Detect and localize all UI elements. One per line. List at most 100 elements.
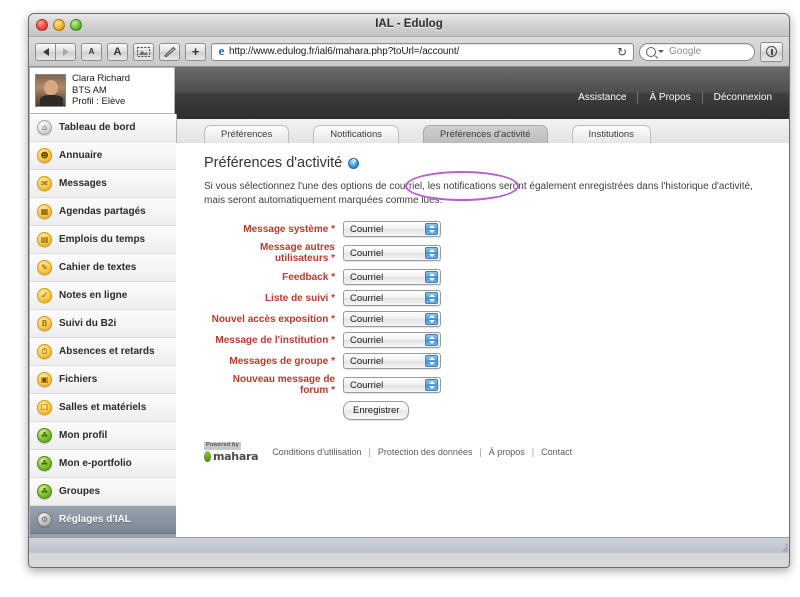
form-row: Message de l'institution * Courriel xyxy=(204,332,789,348)
search-field[interactable]: Google xyxy=(639,43,755,61)
grades-icon: ✓ xyxy=(37,288,52,303)
page-title-text: Préférences d'activité xyxy=(204,155,342,171)
sidebar-item-messages[interactable]: ✉ Messages xyxy=(30,170,176,198)
select-nouvel-acces-exposition[interactable]: Courriel xyxy=(343,311,441,327)
sidebar-item-fichiers[interactable]: ▣ Fichiers xyxy=(30,366,176,394)
select-value: Courriel xyxy=(350,335,383,346)
screenshot-root: IAL - Edulog A A + xyxy=(0,0,800,597)
select-message-systeme[interactable]: Courriel xyxy=(343,221,441,237)
home-icon: ⌂ xyxy=(37,120,52,135)
activity-preferences-form: Message système * Courriel Message autre… xyxy=(204,221,789,420)
stepper-icon[interactable] xyxy=(425,379,438,391)
groups-leaf-icon: ☘ xyxy=(37,484,52,499)
forward-button[interactable] xyxy=(55,43,76,61)
forward-arrow-icon xyxy=(63,48,69,56)
required-marker: * xyxy=(331,356,335,367)
sidebar-item-label: Agendas partagés xyxy=(59,206,146,217)
form-row: Message autres utilisateurs * Courriel xyxy=(204,242,789,264)
sidebar-item-label: Réglages d'IAL xyxy=(59,514,131,525)
sidebar-item-label: Annuaire xyxy=(59,150,102,161)
user-info: Clara Richard BTS AM Profil : Elève xyxy=(72,73,130,108)
reload-icon[interactable]: ↻ xyxy=(614,45,630,59)
field-label-text: Message système xyxy=(243,224,328,235)
footer-link-apropos[interactable]: À propos xyxy=(489,447,525,457)
sidebar-item-notes-en-ligne[interactable]: ✓ Notes en ligne xyxy=(30,282,176,310)
sidebar-item-agendas-partages[interactable]: ▦ Agendas partagés xyxy=(30,198,176,226)
text-size-decrease-button[interactable]: A xyxy=(81,43,102,61)
sidebar-item-cahier-de-textes[interactable]: ✎ Cahier de textes xyxy=(30,254,176,282)
horizontal-scrollbar[interactable] xyxy=(29,537,789,553)
powered-by-label: Powered by xyxy=(204,442,241,450)
address-bar[interactable]: e http://www.edulog.fr/ial6/mahara.php?t… xyxy=(211,43,634,61)
sidebar-item-mon-eportfolio[interactable]: ☘ Mon e-portfolio xyxy=(30,450,176,478)
tab-preferences-activite[interactable]: Préférences d'activité xyxy=(423,125,548,143)
directory-icon-glyph: ☻ xyxy=(38,149,51,162)
tab-notifications[interactable]: Notifications xyxy=(313,125,399,143)
mahara-brand-text: mahara xyxy=(213,451,258,462)
select-feedback[interactable]: Courriel xyxy=(343,269,441,285)
images-toggle-button[interactable] xyxy=(133,43,154,61)
back-button[interactable] xyxy=(35,43,56,61)
sidebar-item-mon-profil[interactable]: ☘ Mon profil xyxy=(30,422,176,450)
sidebar-item-tableau-de-bord[interactable]: ⌂ Tableau de bord xyxy=(30,114,176,142)
save-button[interactable]: Enregistrer xyxy=(343,401,409,420)
stepper-icon[interactable] xyxy=(425,355,438,367)
sidebar-item-annuaire[interactable]: ☻ Annuaire xyxy=(30,142,176,170)
field-label-feedback: Feedback * xyxy=(204,272,343,283)
stepper-icon[interactable] xyxy=(425,313,438,325)
select-value: Courriel xyxy=(350,314,383,325)
help-icon[interactable]: ? xyxy=(348,158,359,169)
stepper-icon[interactable] xyxy=(425,247,438,259)
select-messages-de-groupe[interactable]: Courriel xyxy=(343,353,441,369)
text-size-increase-button[interactable]: A xyxy=(107,43,128,61)
tab-institutions[interactable]: Institutions xyxy=(572,125,651,143)
field-label-message-institution: Message de l'institution * xyxy=(204,335,343,346)
edit-page-button[interactable] xyxy=(159,43,180,61)
stepper-icon[interactable] xyxy=(425,334,438,346)
profile-leaf-icon: ☘ xyxy=(37,428,52,443)
calendar-shared-icon: ▦ xyxy=(37,204,52,219)
search-dropdown-caret-icon[interactable] xyxy=(658,50,664,53)
select-message-autres-utilisateurs[interactable]: Courriel xyxy=(343,245,441,261)
user-card[interactable]: Clara Richard BTS AM Profil : Elève xyxy=(29,67,175,114)
sidebar-item-emplois-du-temps[interactable]: ▤ Emplois du temps xyxy=(30,226,176,254)
page-title: Préférences d'activité ? xyxy=(204,155,789,171)
header-link-assistance[interactable]: Assistance xyxy=(567,91,637,104)
select-liste-de-suivi[interactable]: Courriel xyxy=(343,290,441,306)
search-icon xyxy=(646,47,656,57)
footer-link-protection-donnees[interactable]: Protection des données xyxy=(378,447,473,457)
field-label-text: Messages de groupe xyxy=(229,356,328,367)
add-bookmark-button[interactable]: + xyxy=(185,43,206,61)
header-link-deconnexion[interactable]: Déconnexion xyxy=(702,91,783,104)
attendance-icon-glyph: ⏱ xyxy=(38,345,51,358)
stepper-icon[interactable] xyxy=(425,292,438,304)
messages-icon: ✉ xyxy=(37,176,52,191)
search-placeholder: Google xyxy=(669,46,701,57)
tab-preferences[interactable]: Préférences xyxy=(204,125,289,143)
downloads-button[interactable] xyxy=(760,42,783,62)
groups-leaf-icon-glyph: ☘ xyxy=(38,485,51,498)
resize-grip[interactable] xyxy=(775,539,788,552)
required-marker: * xyxy=(331,335,335,346)
sidebar-item-salles-materiels[interactable]: ☐ Salles et matériels xyxy=(30,394,176,422)
sidebar-item-suivi-b2i[interactable]: B Suivi du B2i xyxy=(30,310,176,338)
form-row: Nouvel accès exposition * Courriel xyxy=(204,311,789,327)
files-icon-glyph: ▣ xyxy=(38,373,51,386)
stepper-icon[interactable] xyxy=(425,223,438,235)
footer-link-contact[interactable]: Contact xyxy=(541,447,572,457)
sidebar-item-absences-retards[interactable]: ⏱ Absences et retards xyxy=(30,338,176,366)
footer-link-conditions[interactable]: Conditions d'utilisation xyxy=(272,447,361,457)
sidebar-item-groupes[interactable]: ☘ Groupes xyxy=(30,478,176,506)
stepper-icon[interactable] xyxy=(425,271,438,283)
site-favicon-icon: e xyxy=(215,45,228,58)
select-nouveau-message-forum[interactable]: Courriel xyxy=(343,377,441,393)
sidebar-item-label: Cahier de textes xyxy=(59,262,136,273)
sidebar-item-reglages-ial[interactable]: ⚙ Réglages d'IAL xyxy=(30,506,176,534)
header-link-apropos[interactable]: À Propos xyxy=(637,91,701,104)
select-message-institution[interactable]: Courriel xyxy=(343,332,441,348)
mahara-wordmark: mahara xyxy=(204,451,258,462)
browser-window: IAL - Edulog A A + xyxy=(28,13,790,568)
tab-institutions-label: Institutions xyxy=(589,129,634,140)
eportfolio-leaf-icon-glyph: ☘ xyxy=(38,457,51,470)
field-label-text: Feedback xyxy=(282,272,328,283)
